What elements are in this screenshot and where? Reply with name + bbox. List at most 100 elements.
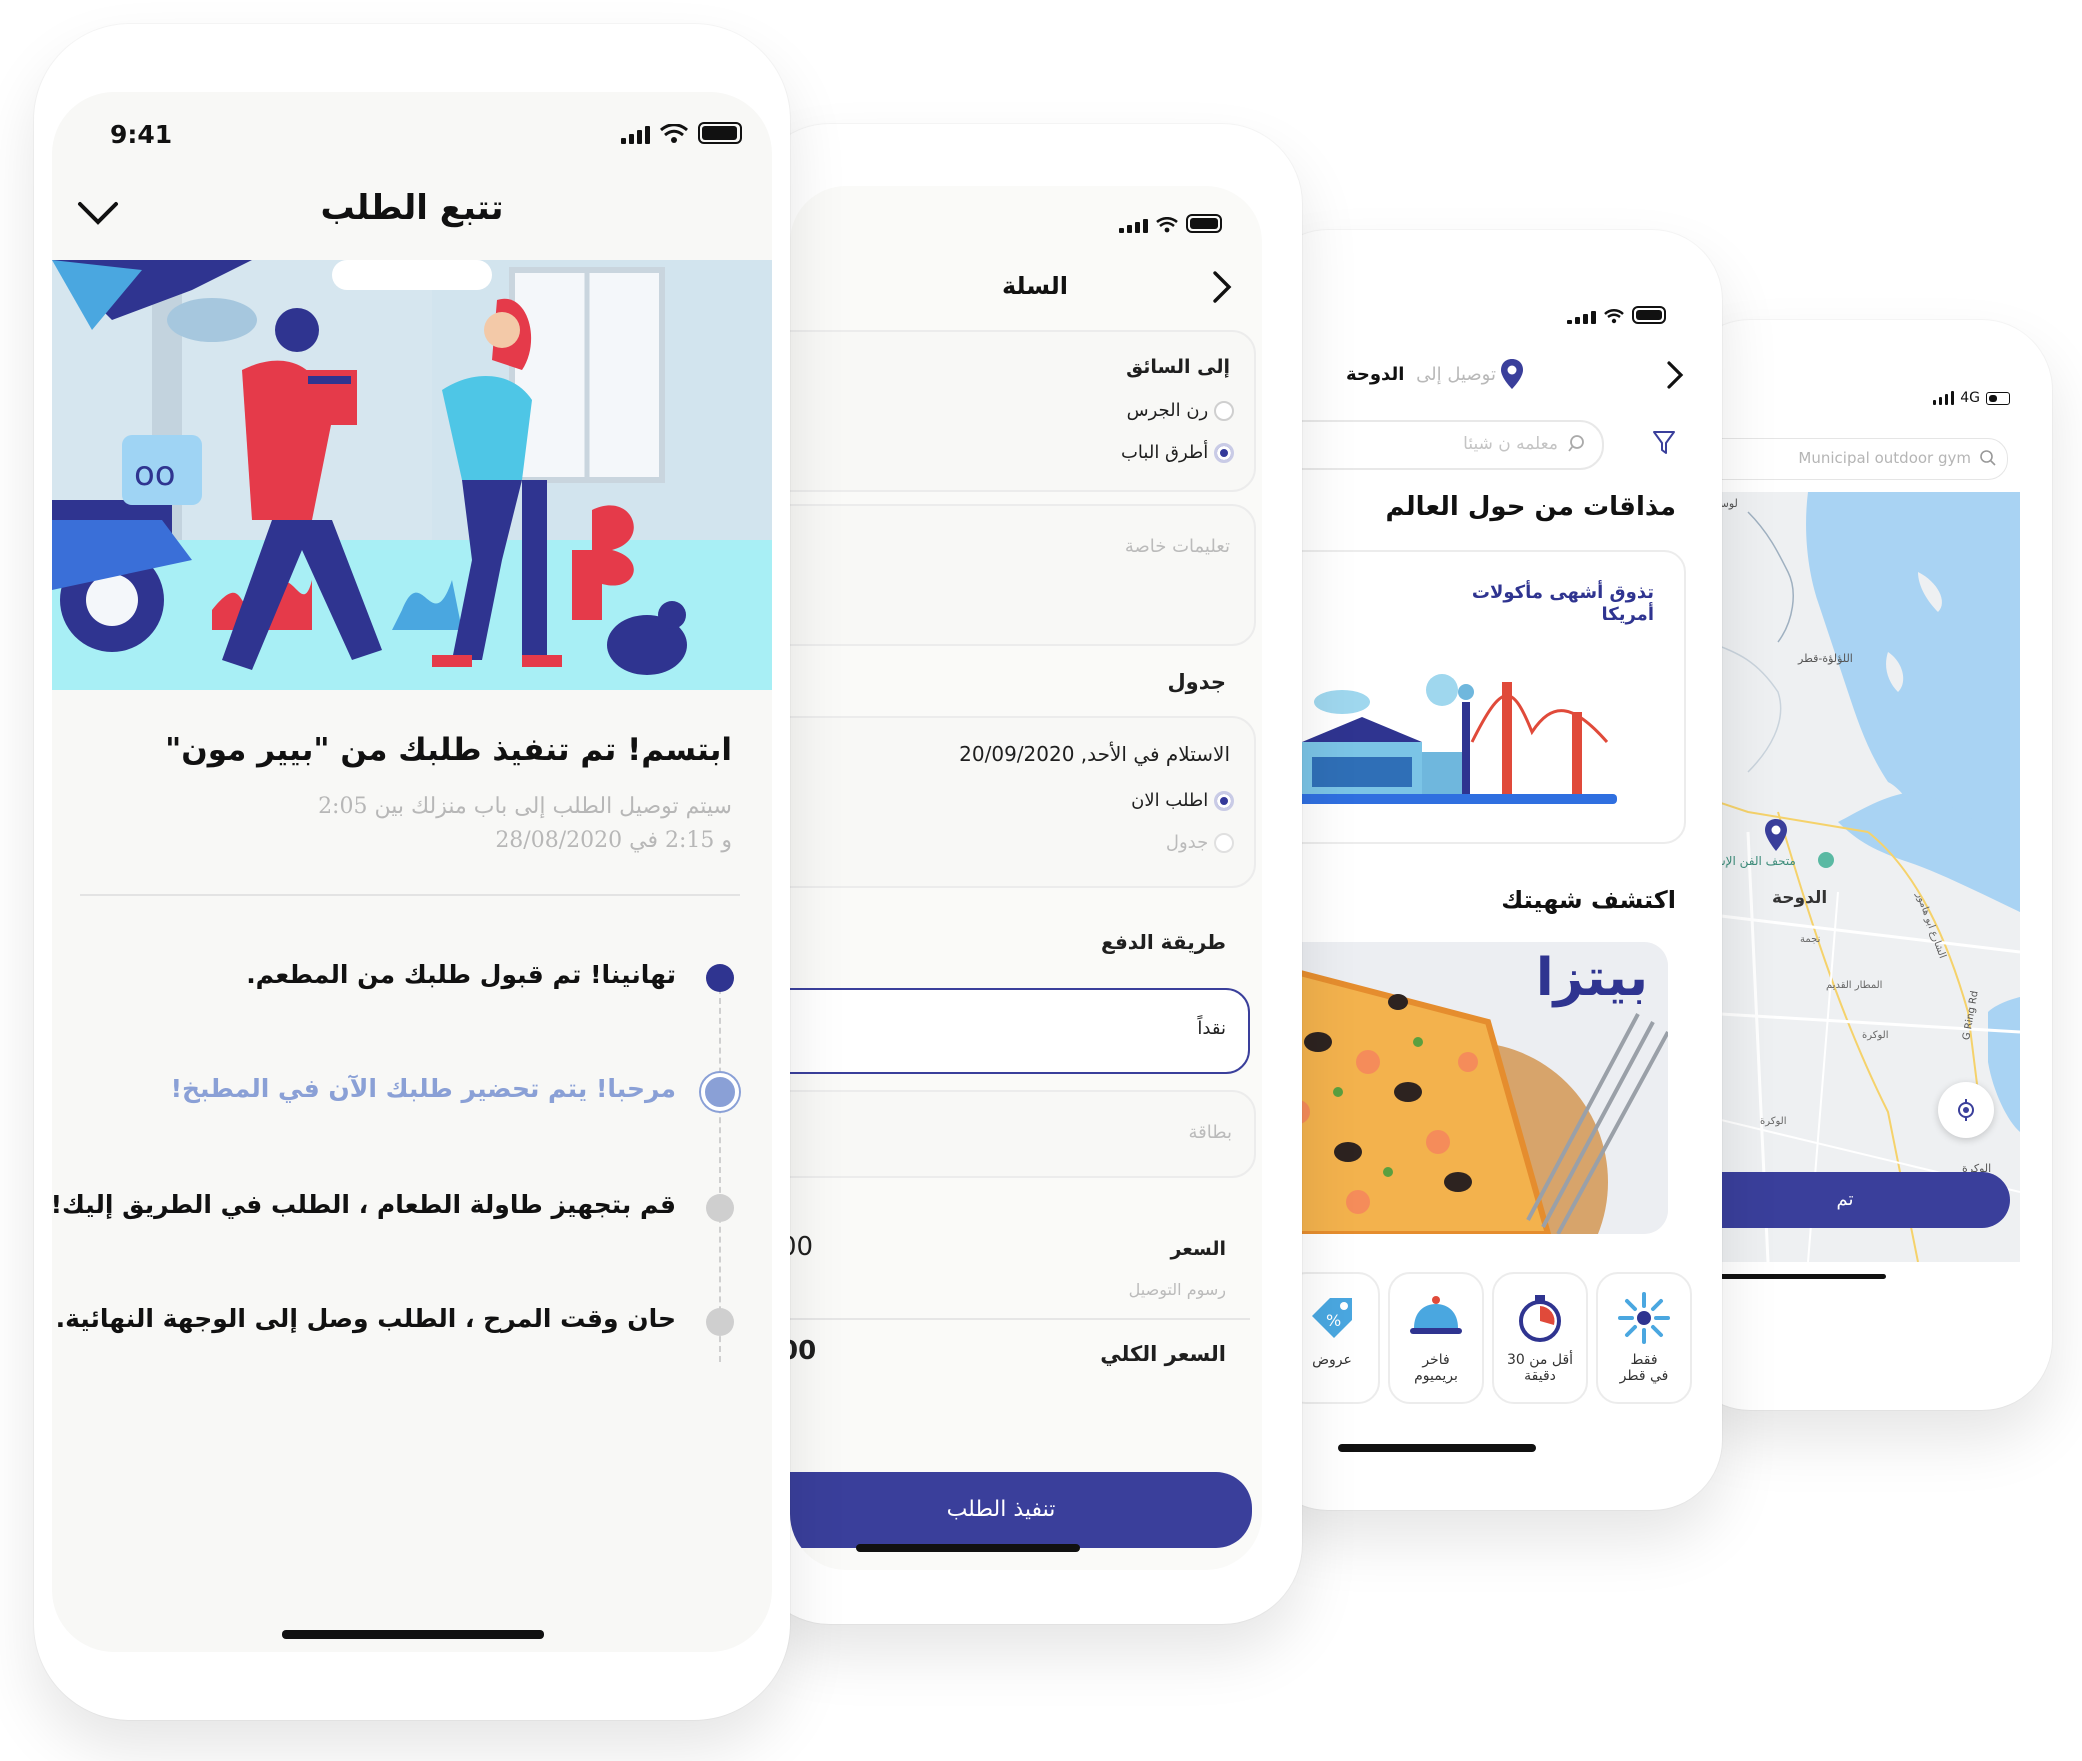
locate-me-button[interactable] bbox=[1938, 1082, 1994, 1138]
map-search-bar[interactable]: Municipal outdoor gym bbox=[1700, 438, 2008, 480]
delivery-fee-label: رسوم التوصيل bbox=[1128, 1280, 1226, 1299]
signal-icon bbox=[1567, 311, 1596, 324]
timeline-step-2: مرحبا! يتم تحضير طلبك الآن في المطبخ! bbox=[52, 1068, 772, 1112]
filter-icon[interactable] bbox=[1652, 430, 1676, 456]
status-bar bbox=[621, 122, 742, 144]
step-text: مرحبا! يتم تحضير طلبك الآن في المطبخ! bbox=[170, 1074, 676, 1103]
pizza-label: بيتزا bbox=[1535, 948, 1648, 1008]
home-indicator bbox=[282, 1630, 544, 1639]
delivery-prefix: توصيل إلى bbox=[1416, 364, 1496, 385]
confirm-label: تم bbox=[1836, 1189, 1854, 1210]
page-title: تتبع الطلب bbox=[320, 188, 504, 228]
status-time: 9:41 bbox=[110, 120, 173, 149]
collapse-chevron-icon[interactable] bbox=[76, 200, 120, 230]
location-pin-icon bbox=[1501, 359, 1523, 389]
location-pin-icon bbox=[1765, 819, 1787, 851]
total-value: 00 bbox=[790, 1336, 817, 1366]
map-phone: 4G Municipal outdoor gym لوسيل اللؤلؤة-ق… bbox=[1680, 320, 2052, 1410]
cart-phone: السلة إلى السائق رن الجرس أطرق الباب تعل… bbox=[750, 124, 1302, 1624]
museum-icon bbox=[1818, 852, 1834, 868]
crosshair-icon bbox=[1958, 1099, 1974, 1121]
delivery-location[interactable]: توصيل إلى الدوحة bbox=[1346, 364, 1496, 385]
radio-schedule[interactable] bbox=[1214, 833, 1234, 853]
payment-label: طريقة الدفع bbox=[1101, 930, 1226, 954]
burst-icon bbox=[1618, 1292, 1670, 1344]
new-york-skyline-illustration bbox=[1282, 674, 1617, 804]
option-order-now[interactable]: اطلب الان bbox=[1131, 790, 1234, 811]
option-label: رن الجرس bbox=[1126, 400, 1209, 421]
step-dot-pending bbox=[706, 1194, 734, 1222]
status-bar bbox=[1119, 214, 1222, 233]
battery-icon bbox=[1186, 214, 1222, 233]
category-label-line1: فقط bbox=[1630, 1352, 1658, 1368]
category-premium[interactable]: فاخر بريميوم bbox=[1388, 1272, 1484, 1404]
radio-ring-bell[interactable] bbox=[1214, 401, 1234, 421]
schedule-card: الاستلام في الأحد, 20/09/2020 اطلب الان … bbox=[790, 716, 1256, 888]
payment-card-label: بطاقة bbox=[1188, 1122, 1232, 1143]
map-label-wakra-2: الوكرة bbox=[1760, 1116, 1787, 1127]
search-input[interactable]: معلمه ن شيئا bbox=[1463, 434, 1558, 454]
category-label-line2: دقيقة bbox=[1524, 1368, 1556, 1384]
map-view[interactable] bbox=[1700, 492, 2020, 1262]
cloche-icon bbox=[1410, 1296, 1462, 1334]
submit-label: تنفيذ الطلب bbox=[946, 1497, 1056, 1522]
step-dot-done bbox=[706, 964, 734, 992]
home-indicator bbox=[1720, 1274, 1886, 1279]
price-value: 00 bbox=[790, 1232, 814, 1262]
delivery-illustration: oo bbox=[52, 260, 772, 690]
back-chevron-icon[interactable] bbox=[1666, 360, 1684, 394]
option-label: أطرق الباب bbox=[1120, 442, 1209, 463]
page-title: السلة bbox=[1001, 272, 1068, 300]
category-only-in-qatar[interactable]: فقط في قطر bbox=[1596, 1272, 1692, 1404]
subtitle-line1: سيتم توصيل الطلب إلى باب منزلك بين 2:05 bbox=[318, 794, 732, 819]
radio-order-now[interactable] bbox=[1214, 791, 1234, 811]
map-label-pearl: اللؤلؤة-قطر bbox=[1798, 652, 1853, 665]
option-schedule[interactable]: جدول bbox=[1166, 832, 1234, 853]
option-knock-door[interactable]: أطرق الباب bbox=[1121, 442, 1234, 463]
timeline-step-3: قم بتجهيز طاولة الطعام ، الطلب في الطريق… bbox=[52, 1184, 772, 1228]
delivery-city: الدوحة bbox=[1345, 364, 1405, 385]
confirm-location-button[interactable]: تم bbox=[1700, 1172, 2010, 1228]
special-instructions-field[interactable]: تعليمات خاصة bbox=[790, 504, 1256, 646]
wifi-icon bbox=[660, 124, 688, 143]
total-label: السعر الكلي bbox=[1100, 1342, 1226, 1366]
map-search-input[interactable]: Municipal outdoor gym bbox=[1798, 449, 1971, 467]
instructions-placeholder: تعليمات خاصة bbox=[1124, 536, 1230, 557]
status-bar bbox=[1567, 306, 1666, 324]
radio-knock-door[interactable] bbox=[1214, 443, 1234, 463]
price-label: السعر bbox=[1170, 1238, 1226, 1260]
wifi-icon bbox=[1604, 309, 1624, 324]
pickup-text: الاستلام في الأحد, 20/09/2020 bbox=[959, 742, 1230, 766]
network-label: 4G bbox=[1960, 390, 1980, 406]
map-label-najma: نجمة bbox=[1800, 934, 1821, 945]
timeline-step-1: تهانينا! تم قبول طلبك من المطعم. bbox=[52, 954, 772, 998]
svg-text:%: % bbox=[1326, 1311, 1341, 1330]
section-world-title: مذاقات من حول العالم bbox=[1385, 492, 1676, 522]
category-under-30-min[interactable]: أقل من 30 دقيقة bbox=[1492, 1272, 1588, 1404]
payment-cash-label: نقداً bbox=[1197, 1018, 1226, 1039]
tracking-phone: 9:41 تتبع الطلب oo ابتسم! تم تنفيذ طلبك … bbox=[34, 24, 790, 1720]
driver-card: إلى السائق رن الجرس أطرق الباب bbox=[790, 330, 1256, 492]
option-ring-bell[interactable]: رن الجرس bbox=[1127, 400, 1234, 421]
submit-order-button[interactable]: تنفيذ الطلب bbox=[790, 1472, 1252, 1548]
tracking-screen: 9:41 تتبع الطلب oo ابتسم! تم تنفيذ طلبك … bbox=[52, 92, 772, 1652]
headline: ابتسم! تم تنفيذ طلبك من "بيير مون" bbox=[165, 732, 732, 768]
signal-icon bbox=[621, 126, 650, 144]
category-label-line2: بريميوم bbox=[1414, 1368, 1458, 1384]
search-icon bbox=[1568, 435, 1584, 452]
back-chevron-icon[interactable] bbox=[1212, 270, 1232, 308]
payment-card-option[interactable]: بطاقة bbox=[790, 1090, 1256, 1178]
payment-cash-option[interactable]: نقداً bbox=[790, 988, 1250, 1074]
world-banner-card[interactable]: تذوق أشهى مأكولات أمريكا bbox=[1282, 550, 1686, 844]
option-label: جدول bbox=[1165, 832, 1209, 853]
option-label: اطلب الان bbox=[1131, 790, 1209, 811]
wifi-icon bbox=[1156, 217, 1178, 233]
timeline-step-4: حان وقت المرح ، الطلب وصل إلى الوجهة الن… bbox=[52, 1298, 772, 1342]
search-bar[interactable]: معلمه ن شيئا bbox=[1282, 420, 1604, 470]
battery-icon bbox=[1986, 391, 2010, 405]
cart-screen: السلة إلى السائق رن الجرس أطرق الباب تعل… bbox=[790, 186, 1262, 1570]
schedule-label: جدول bbox=[1167, 670, 1226, 694]
step-text: حان وقت المرح ، الطلب وصل إلى الوجهة الن… bbox=[55, 1304, 676, 1333]
map-label-wakra-1: الوكرة bbox=[1862, 1030, 1889, 1041]
pizza-banner[interactable]: بيتزا bbox=[1282, 942, 1668, 1234]
